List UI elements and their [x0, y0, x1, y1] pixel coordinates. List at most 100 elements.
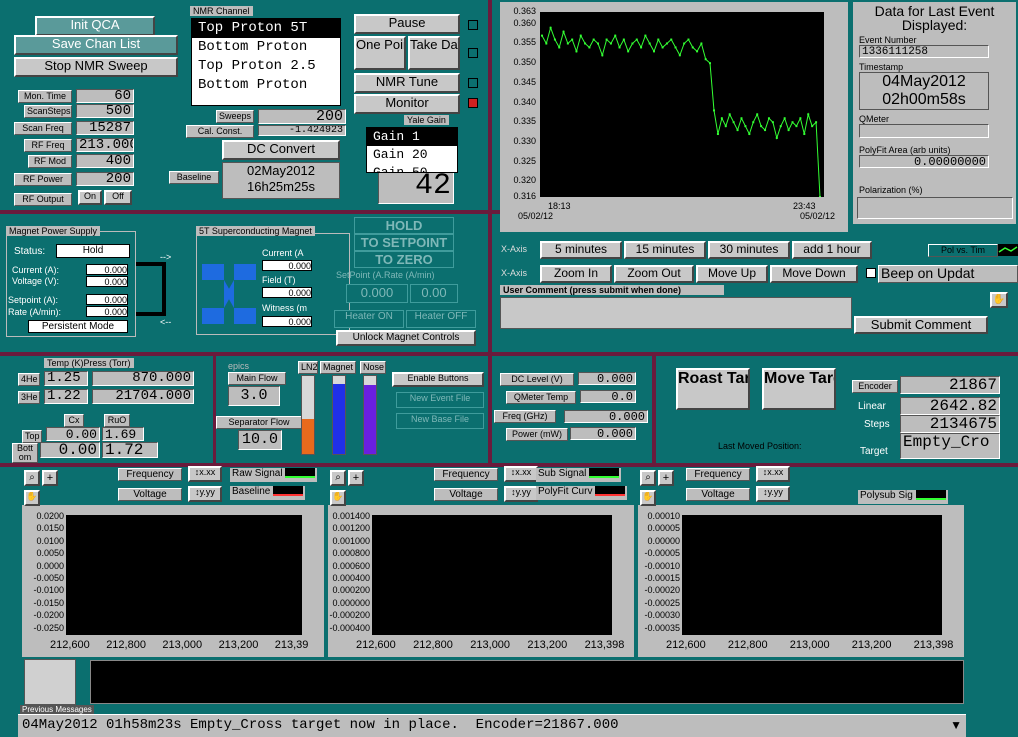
param-value[interactable]: 60 [76, 89, 134, 103]
spectrum-x-tick: 213,398 [913, 639, 954, 651]
init-qca-button[interactable]: Init QCA [35, 16, 155, 36]
spectrum-plot[interactable] [66, 515, 302, 635]
axis-format-icon[interactable]: ↕x.xx [504, 466, 538, 482]
nmr-channel-item[interactable]: Bottom Proton [192, 76, 340, 95]
new-event-file-button[interactable]: New Event File [396, 392, 484, 408]
param-value[interactable]: 400 [76, 154, 134, 168]
spectrum-x-tick: 213,398 [584, 639, 625, 651]
spectrum-y-tick: 0.001000 [332, 535, 370, 546]
hand-tool-icon[interactable]: ✋ [990, 292, 1008, 308]
axis-format-icon[interactable]: ↕y.yy [756, 486, 790, 502]
comment-input[interactable] [500, 297, 852, 329]
monitor-indicator[interactable] [468, 98, 478, 108]
param-value[interactable]: 213.000 [76, 138, 134, 152]
hold-button[interactable]: HOLD [354, 217, 454, 234]
to-setpoint-button[interactable]: TO SETPOINT [354, 234, 454, 251]
15-minutes-button[interactable]: 15 minutes [624, 241, 706, 259]
pause-button[interactable]: Pause [354, 14, 460, 34]
hand-tool-icon[interactable]: ✋ [330, 490, 346, 506]
param-value[interactable]: 500 [76, 104, 134, 118]
crosshair-icon[interactable]: + [348, 470, 364, 486]
nmr-tune-indicator[interactable] [468, 78, 478, 88]
previous-messages-label: Previous Messages [20, 705, 94, 714]
steps-label: Steps [864, 419, 890, 430]
status-message[interactable]: 04May2012 01h58m23s Empty_Cross target n… [18, 714, 966, 737]
zoom-tool-icon[interactable]: ⌕ [24, 470, 40, 486]
pause-indicator[interactable] [468, 20, 478, 30]
chevron-down-icon[interactable]: ▼ [950, 718, 962, 732]
rf-off-button[interactable]: Off [104, 190, 132, 205]
to-zero-button[interactable]: TO ZERO [354, 251, 454, 268]
data-point [627, 50, 630, 53]
hand-tool-icon[interactable]: ✋ [24, 490, 40, 506]
add-1-hour-button[interactable]: add 1 hour [792, 241, 872, 259]
epics-label: epics [228, 361, 250, 371]
hand-tool-icon[interactable]: ✋ [640, 490, 656, 506]
one-point-button[interactable]: One Point [354, 36, 406, 70]
supply-setpoint[interactable]: 0.000 [86, 294, 128, 305]
main-chart-plot[interactable] [540, 12, 824, 197]
zoom-tool-icon[interactable]: ⌕ [640, 470, 656, 486]
move-up-button[interactable]: Move Up [696, 265, 768, 283]
axis-format-icon[interactable]: ↕y.yy [188, 486, 222, 502]
nmr-channel-item[interactable]: Bottom Proton [192, 38, 340, 57]
data-point [795, 125, 798, 128]
30-minutes-button[interactable]: 30 minutes [708, 241, 790, 259]
submit-comment-button[interactable]: Submit Comment [854, 316, 988, 334]
zoom-tool-icon[interactable]: ⌕ [330, 470, 346, 486]
spectrum-plot[interactable] [372, 515, 612, 635]
zoom-out-button[interactable]: Zoom Out [614, 265, 694, 283]
param-value[interactable]: 200 [76, 172, 134, 186]
supply-voltage: 0.000 [86, 276, 128, 287]
spectrum-x-tick: 213,000 [470, 639, 511, 651]
previous-messages-button[interactable] [24, 659, 76, 705]
spectrum-y-tick: 0.000200 [332, 585, 370, 596]
unlock-magnet-button[interactable]: Unlock Magnet Controls [336, 330, 476, 346]
spectrum-y-tick: 0.000400 [332, 573, 370, 583]
stop-nmr-sweep-button[interactable]: Stop NMR Sweep [14, 57, 178, 77]
save-chan-list-button[interactable]: Save Chan List [14, 35, 178, 55]
move-down-button[interactable]: Move Down [770, 265, 858, 283]
yale-gain-item[interactable]: Gain 20 [367, 146, 457, 164]
spectrum-y-tick: 0.001400 [332, 511, 370, 521]
take-data-button[interactable]: Take Data [408, 36, 460, 70]
nmr-channel-list[interactable]: Top Proton 5T Bottom Proton Top Proton 2… [191, 18, 341, 106]
baseline-label: Baseline [169, 171, 219, 184]
spectrum-x-tick: 213,200 [527, 639, 568, 651]
nmr-channel-item[interactable]: Top Proton 5T [192, 19, 340, 38]
enable-buttons-button[interactable]: Enable Buttons [392, 372, 484, 387]
crosshair-icon[interactable]: + [42, 470, 58, 486]
sweeps-value[interactable]: 200 [258, 109, 346, 124]
axis-format-icon[interactable]: ↕x.xx [188, 466, 222, 482]
nmr-channel-item[interactable]: Top Proton 2.5 [192, 57, 340, 76]
yale-gain-item[interactable]: Gain 1 [367, 128, 457, 146]
5-minutes-button[interactable]: 5 minutes [540, 241, 622, 259]
yale-gain-item[interactable]: Gain 50 [367, 164, 457, 172]
legend-label: PolyFit Curv [538, 486, 593, 497]
roast-target-button[interactable]: Roast Target [676, 368, 750, 410]
spectrum-plot[interactable] [682, 515, 942, 635]
spectrum-y-tick: -0.000200 [329, 610, 370, 621]
axis-format-icon[interactable]: ↕x.xx [756, 466, 790, 482]
yale-gain-list[interactable]: Gain 1 Gain 20 Gain 50 [366, 127, 458, 173]
move-target-button[interactable]: Move Target [762, 368, 836, 410]
zoom-in-button[interactable]: Zoom In [540, 265, 612, 283]
message-log[interactable] [90, 660, 964, 704]
axis-format-icon[interactable]: ↕y.yy [504, 486, 538, 502]
rf-on-button[interactable]: On [78, 190, 102, 205]
nmr-tune-button[interactable]: NMR Tune [354, 73, 460, 93]
dc-convert-button[interactable]: DC Convert [222, 140, 340, 160]
heater-off-button[interactable]: Heater OFF [406, 310, 476, 328]
supply-rate[interactable]: 0.000 [86, 306, 128, 317]
setpoint-rate-label: SetPoint (A.Rate (A/min) [336, 270, 435, 280]
y-tick-label: 0.316 [513, 191, 536, 201]
crosshair-icon[interactable]: + [658, 470, 674, 486]
beep-checkbox[interactable] [866, 268, 876, 278]
take-data-indicator[interactable] [468, 48, 478, 58]
spectrum-y-tick: -0.00030 [644, 610, 680, 621]
monitor-button[interactable]: Monitor [354, 94, 460, 114]
spectrum-y-tick: -0.0200 [33, 610, 64, 621]
new-base-file-button[interactable]: New Base File [396, 413, 484, 429]
heater-on-button[interactable]: Heater ON [334, 310, 404, 328]
param-value[interactable]: 15287 [76, 121, 134, 135]
